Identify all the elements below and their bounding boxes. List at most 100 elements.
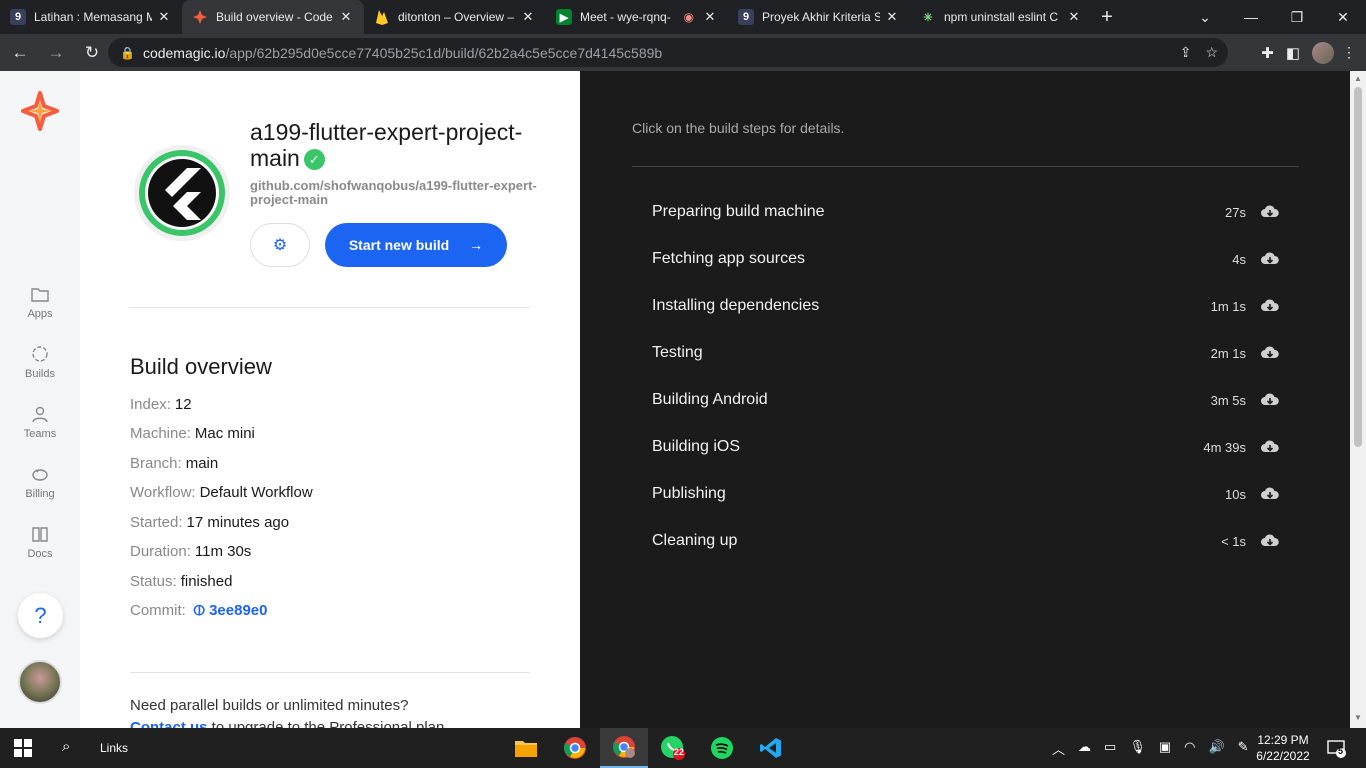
download-logs-icon[interactable] xyxy=(1260,205,1280,219)
close-tab-icon[interactable]: ✕ xyxy=(520,9,536,25)
browser-tab[interactable]: 9 Proyek Akhir Kriteria S ✕ xyxy=(728,0,910,34)
download-logs-icon[interactable] xyxy=(1260,440,1280,454)
search-icon[interactable]: ⌕ xyxy=(62,738,70,755)
page-scrollbar[interactable]: ▲ ▼ xyxy=(1350,71,1366,728)
close-tab-icon[interactable]: ✕ xyxy=(1066,9,1082,25)
info-row-branch: Branch: main xyxy=(130,455,218,472)
scroll-up-icon[interactable]: ▲ xyxy=(1354,74,1362,83)
app-settings-button[interactable]: ⚙ xyxy=(250,223,310,267)
sidebar-item-label: Billing xyxy=(25,488,55,500)
browser-tab-active[interactable]: Build overview - Code ✕ xyxy=(182,0,364,34)
bookmark-star-icon[interactable]: ☆ xyxy=(1205,44,1218,61)
build-step-name: Building Android xyxy=(652,391,768,408)
back-button[interactable]: ← xyxy=(4,37,36,69)
build-step-name: Cleaning up xyxy=(652,532,738,549)
system-clock[interactable]: 12:29 PM 6/22/2022 xyxy=(1250,732,1316,764)
codemagic-logo[interactable] xyxy=(20,91,60,131)
microphone-icon[interactable]: 🎙 xyxy=(1129,739,1146,758)
camera-icon[interactable]: ▣ xyxy=(1159,739,1171,758)
user-avatar[interactable] xyxy=(18,660,62,704)
start-new-build-button[interactable]: Start new build → xyxy=(325,223,507,267)
chrome-profile-icon[interactable] xyxy=(600,728,648,768)
vscode-icon[interactable] xyxy=(747,728,795,768)
scroll-down-icon[interactable]: ▼ xyxy=(1354,713,1362,722)
windows-start-icon[interactable] xyxy=(14,739,32,757)
extensions-icon[interactable]: ✚ xyxy=(1261,44,1274,62)
build-step-row[interactable]: Building Android 3m 5s xyxy=(652,385,1280,415)
address-bar[interactable]: 🔒 codemagic.io/app/62b295d0e5cce77405b25… xyxy=(108,38,1228,67)
battery-icon[interactable]: ▭ xyxy=(1104,739,1116,758)
steps-hint: Click on the build steps for details. xyxy=(632,120,845,136)
download-logs-icon[interactable] xyxy=(1260,252,1280,266)
pen-icon[interactable]: ✎ xyxy=(1238,739,1249,758)
wifi-icon[interactable]: ◠ xyxy=(1184,739,1195,758)
build-step-row[interactable]: Building iOS 4m 39s xyxy=(652,432,1280,462)
build-step-row[interactable]: Publishing 10s xyxy=(652,479,1280,509)
close-tab-icon[interactable]: ✕ xyxy=(884,9,900,25)
browser-tab[interactable]: ▶ Meet - wye-rqnq- ◉ ✕ xyxy=(546,0,728,34)
tab-search-icon[interactable]: ⌄ xyxy=(1182,0,1228,34)
notification-center-icon[interactable]: 5 xyxy=(1326,738,1346,758)
sidebar-item-teams[interactable]: Teams xyxy=(0,404,80,440)
browser-tab[interactable]: 9 Latihan : Memasang M ✕ xyxy=(0,0,182,34)
spotify-icon[interactable] xyxy=(698,728,746,768)
download-logs-icon[interactable] xyxy=(1260,393,1280,407)
forward-button[interactable]: → xyxy=(40,37,72,69)
info-row-index: Index: 12 xyxy=(130,396,192,413)
recording-icon: ◉ xyxy=(683,10,694,24)
menu-icon[interactable]: ⋮ xyxy=(1342,44,1356,61)
build-step-row[interactable]: Installing dependencies 1m 1s xyxy=(652,291,1280,321)
onedrive-icon[interactable]: ☁ xyxy=(1078,739,1091,758)
browser-tab[interactable]: ✳ npm uninstall eslint C ✕ xyxy=(910,0,1092,34)
sidebar-item-docs[interactable]: Docs xyxy=(0,524,80,560)
chrome-icon[interactable] xyxy=(551,728,599,768)
url-path: /app/62b295d0e5cce77405b25c1d/build/62b2… xyxy=(225,44,663,61)
reload-button[interactable]: ↻ xyxy=(76,37,108,69)
commit-link[interactable]: ⦶ 3ee89e0 xyxy=(194,602,267,619)
download-logs-icon[interactable] xyxy=(1260,346,1280,360)
clock-time: 12:29 PM xyxy=(1257,733,1309,747)
close-tab-icon[interactable]: ✕ xyxy=(338,9,354,25)
scrollbar-thumb[interactable] xyxy=(1354,87,1362,447)
promo-text: Need parallel builds or unlimited minute… xyxy=(130,697,409,714)
system-tray: ︿ ☁ ▭ 🎙 ▣ ◠ 🔊 ✎ xyxy=(1052,739,1249,758)
side-panel-icon[interactable]: ◧ xyxy=(1286,44,1300,62)
new-tab-button[interactable]: + xyxy=(1092,0,1122,34)
profile-avatar[interactable] xyxy=(1312,41,1334,64)
chevron-up-icon[interactable]: ︿ xyxy=(1052,739,1065,758)
browser-tab[interactable]: ditonton – Overview – ✕ xyxy=(364,0,546,34)
divider xyxy=(632,166,1299,167)
whatsapp-icon[interactable]: 22 xyxy=(649,728,697,768)
restore-button[interactable]: ❐ xyxy=(1274,0,1320,34)
info-label: Workflow: xyxy=(130,484,196,501)
minimize-button[interactable]: — xyxy=(1228,0,1274,34)
sidebar-item-billing[interactable]: Billing xyxy=(0,464,80,500)
help-button[interactable]: ? xyxy=(18,593,63,638)
build-step-row[interactable]: Testing 2m 1s xyxy=(652,338,1280,368)
download-logs-icon[interactable] xyxy=(1260,487,1280,501)
download-logs-icon[interactable] xyxy=(1260,299,1280,313)
file-explorer-icon[interactable] xyxy=(502,728,550,768)
download-logs-icon[interactable] xyxy=(1260,534,1280,548)
close-tab-icon[interactable]: ✕ xyxy=(702,9,718,25)
gear-icon: ⚙ xyxy=(272,237,288,254)
repository-link[interactable]: github.com/shofwanqobus/a199-flutter-exp… xyxy=(250,179,540,207)
links-toolbar[interactable]: Links xyxy=(100,741,128,755)
info-label: Status: xyxy=(130,573,177,590)
commit-icon: ⦶ xyxy=(194,602,205,619)
url-host: codemagic.io xyxy=(142,44,226,61)
volume-icon[interactable]: 🔊 xyxy=(1208,739,1224,758)
close-tab-icon[interactable]: ✕ xyxy=(156,9,172,25)
arrow-right-icon: → xyxy=(469,237,484,253)
sidebar-item-apps[interactable]: Apps xyxy=(0,284,80,320)
close-window-button[interactable]: ✕ xyxy=(1320,0,1366,34)
info-row-commit: Commit: ⦶ 3ee89e0 xyxy=(130,602,267,619)
flutter-app-icon xyxy=(134,145,230,241)
sidebar-item-builds[interactable]: Builds xyxy=(0,344,80,380)
build-step-row[interactable]: Preparing build machine 27s xyxy=(652,197,1280,227)
build-step-row[interactable]: Cleaning up < 1s xyxy=(652,526,1280,556)
build-step-row[interactable]: Fetching app sources 4s xyxy=(652,244,1280,274)
tab-title: Latihan : Memasang M xyxy=(34,10,152,24)
contact-us-link[interactable]: Contact us xyxy=(130,719,208,728)
share-icon[interactable]: ⇪ xyxy=(1180,44,1192,61)
